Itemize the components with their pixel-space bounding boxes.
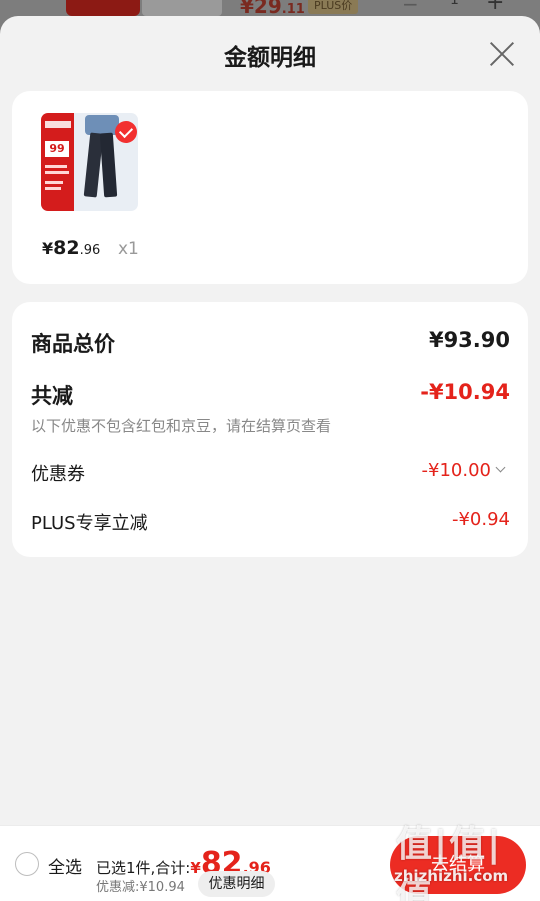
product-price: ¥82.96 bbox=[42, 237, 101, 259]
image-text-line bbox=[45, 171, 69, 174]
coupon-value: -¥10.00 bbox=[421, 460, 491, 481]
plus-discount-value: -¥0.94 bbox=[451, 509, 510, 530]
coupon-value-wrap[interactable]: -¥10.00 bbox=[421, 460, 506, 481]
sheet-title: 金额明细 bbox=[224, 45, 316, 71]
price-detail-card: 商品总价 ¥93.90 共减 -¥10.94 以下优惠不包含红包和京豆，请在结算… bbox=[12, 302, 528, 557]
pants-graphic bbox=[83, 115, 119, 199]
watermark-logo: 值|值|值 zhizhizhi.com bbox=[394, 815, 534, 901]
image-text-line bbox=[45, 181, 63, 184]
checkmark-icon bbox=[115, 121, 137, 143]
discount-total-value: -¥10.94 bbox=[420, 380, 510, 404]
discount-total-row: 共减 -¥10.94 bbox=[31, 380, 510, 410]
select-all-radio[interactable] bbox=[15, 852, 39, 876]
discount-detail-button[interactable]: 优惠明细 bbox=[198, 871, 275, 897]
plus-discount-row: PLUS专享立减 -¥0.94 bbox=[31, 509, 510, 535]
product-quantity: x1 bbox=[118, 239, 139, 259]
brand-tag-graphic bbox=[45, 121, 71, 128]
background-plus-button: + bbox=[486, 0, 505, 15]
close-icon[interactable] bbox=[488, 40, 516, 68]
background-minus-button: − bbox=[402, 0, 419, 16]
product-image[interactable]: 99 bbox=[41, 113, 138, 211]
discount-note: 以下优惠不包含红包和京豆，请在结算页查看 bbox=[31, 417, 332, 435]
background-product-thumb-2 bbox=[142, 0, 222, 16]
amount-detail-sheet: 金额明细 99 ¥82.96 x1 商品总价 ¥93.90 共减 -¥10.94 bbox=[0, 16, 540, 901]
watermark-logo-text: 值|值|值 bbox=[396, 824, 503, 901]
total-price-label: 商品总价 bbox=[31, 332, 115, 356]
product-image-badge: 99 bbox=[45, 141, 69, 157]
total-price-value: ¥93.90 bbox=[428, 328, 510, 352]
selected-summary-text: 已选1件,合计: bbox=[96, 859, 191, 877]
background-qty: 1 bbox=[450, 0, 459, 8]
coupon-row[interactable]: 优惠券 -¥10.00 bbox=[31, 460, 510, 486]
discount-total-label: 共减 bbox=[31, 384, 73, 408]
plus-discount-label: PLUS专享立减 bbox=[31, 513, 148, 534]
image-text-line bbox=[45, 187, 61, 190]
coupon-label: 优惠券 bbox=[31, 464, 85, 485]
total-price-row: 商品总价 ¥93.90 bbox=[31, 328, 510, 358]
select-all-label[interactable]: 全选 bbox=[48, 853, 82, 878]
background-product-thumb bbox=[66, 0, 140, 16]
discount-note-row: 以下优惠不包含红包和京豆，请在结算页查看 bbox=[31, 415, 510, 436]
image-text-line bbox=[45, 165, 67, 168]
product-card: 99 ¥82.96 x1 bbox=[12, 91, 528, 284]
watermark-url: zhizhizhi.com bbox=[394, 867, 509, 885]
chevron-down-icon[interactable] bbox=[495, 462, 506, 473]
pant-leg-shape bbox=[99, 132, 118, 198]
background-plus-tag: PLUS价 bbox=[308, 0, 359, 14]
discount-summary: 优惠减:¥10.94 bbox=[96, 880, 185, 895]
